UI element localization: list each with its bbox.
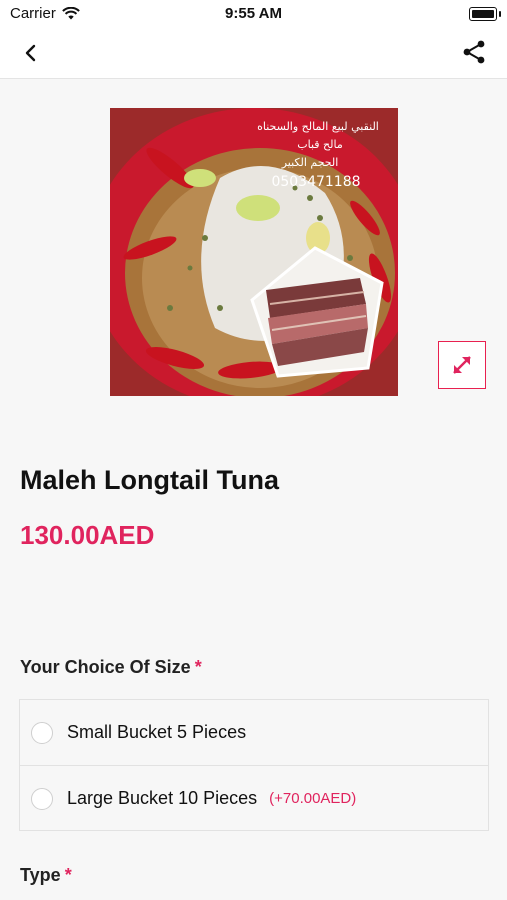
size-option-small[interactable]: Small Bucket 5 Pieces (20, 700, 488, 766)
product-title: Maleh Longtail Tuna (20, 465, 279, 495)
size-option-label: Small Bucket 5 Pieces (67, 722, 247, 742)
product-image[interactable]: النقبي لبيع المالح والسحناه مالح قباب ال… (110, 108, 398, 396)
radio-button[interactable] (31, 787, 53, 810)
required-mark: * (64, 865, 72, 885)
image-overlay-line3: الحجم الكبير (281, 156, 339, 169)
size-option-label: Large Bucket 10 Pieces (67, 788, 258, 808)
navigation-bar (0, 28, 507, 79)
type-section-label: Type * (20, 865, 72, 886)
size-options-group: Small Bucket 5 Pieces Large Bucket 10 Pi… (19, 699, 489, 831)
size-section-title: Your Choice Of Size (20, 657, 191, 677)
type-section-title: Type (20, 865, 61, 885)
image-overlay-line2: مالح قباب (297, 138, 343, 151)
status-bar: Carrier 9:55 AM (0, 0, 507, 28)
battery-icon (469, 7, 501, 21)
product-price: 130.00AED (20, 520, 155, 550)
image-overlay-line1: النقبي لبيع المالح والسحناه (257, 120, 379, 133)
size-section-label: Your Choice Of Size * (20, 657, 202, 678)
status-time: 9:55 AM (225, 5, 282, 22)
expand-icon (453, 356, 471, 374)
share-icon[interactable] (461, 39, 487, 65)
chevron-left-icon[interactable] (18, 40, 44, 66)
required-mark: * (194, 657, 202, 677)
size-option-extra-price: (+70.00AED) (269, 790, 357, 807)
expand-image-button[interactable] (438, 341, 486, 389)
image-overlay-phone: 0503471188 (271, 174, 360, 190)
size-option-large[interactable]: Large Bucket 10 Pieces (+70.00AED) (20, 766, 488, 831)
radio-button[interactable] (31, 721, 53, 744)
